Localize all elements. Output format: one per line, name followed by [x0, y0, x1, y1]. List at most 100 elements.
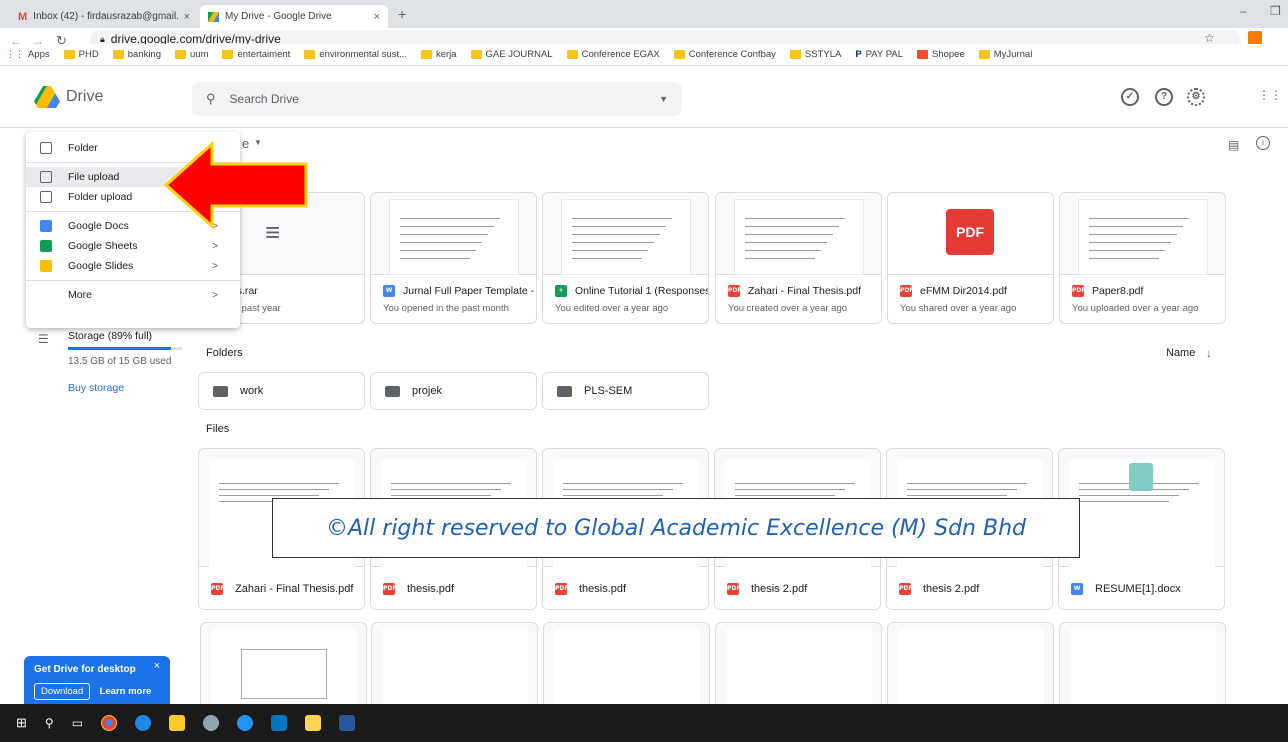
bookmark-label: Conference EGAX [581, 49, 660, 60]
tab-drive[interactable]: My Drive - Google Drive × [200, 5, 388, 28]
document-page [561, 199, 691, 275]
word-icon[interactable] [339, 715, 356, 731]
bookmark-item[interactable]: kerja [420, 49, 457, 60]
apps-grid-icon[interactable]: ⋮⋮ [1258, 88, 1282, 102]
bookmark-folder-icon [112, 50, 124, 59]
settings-icon[interactable]: ⚙ [1187, 88, 1205, 106]
menu-item-more[interactable]: More > [26, 285, 240, 305]
menu-item-google-slides[interactable]: Google Slides > [26, 256, 240, 276]
buy-storage-link[interactable]: Buy storage [68, 382, 124, 394]
folder-item[interactable]: work [198, 372, 365, 410]
file-activity: You opened in the past month [383, 303, 509, 314]
taskbar-search-icon[interactable]: ⚲ [45, 716, 54, 730]
suggested-file-card[interactable]: W Jurnal Full Paper Template - ... You ope… [370, 192, 537, 324]
info-icon[interactable]: i [1256, 136, 1270, 150]
submenu-arrow-icon: > [212, 260, 218, 272]
folder-item[interactable]: PLS-SEM [542, 372, 709, 410]
help-icon[interactable]: ? [1155, 88, 1173, 106]
bookmark-item[interactable]: GAE JOURNAL [470, 49, 553, 60]
file-name: PDF thesis.pdf [555, 583, 626, 595]
submenu-arrow-icon: > [212, 289, 218, 301]
file-thumbnail [1059, 449, 1224, 567]
star-icon[interactable]: ☆ [1204, 31, 1215, 45]
folder-upload-icon [40, 191, 52, 203]
bookmark-item[interactable]: MyJurnal [978, 49, 1032, 60]
bookmark-folder-icon [175, 50, 186, 59]
bookmark-item[interactable]: environmental sust... [304, 49, 407, 60]
drive-logo-icon[interactable] [34, 86, 60, 108]
storage-used-text: 13.5 GB of 15 GB used [68, 356, 172, 367]
file-activity: You created over a year ago [728, 303, 848, 314]
bookmark-item[interactable]: entertaiment [222, 49, 290, 60]
suggested-file-card[interactable]: + Online Tutorial 1 (Responses) You edited… [542, 192, 709, 324]
telegram-icon[interactable] [237, 715, 254, 731]
bookmark-item[interactable]: SSTYLA [789, 49, 842, 60]
bookmark-item[interactable]: Shopee [917, 49, 965, 60]
storage-label[interactable]: Storage (89% full) [68, 330, 152, 342]
download-button[interactable]: Download [34, 683, 91, 700]
file-name: PDF thesis 2.pdf [727, 583, 807, 595]
folder-item[interactable]: projek [370, 372, 537, 410]
list-view-icon[interactable]: ▤ [1228, 138, 1239, 152]
file-name-text: Jurnal Full Paper Template - ... [403, 285, 537, 297]
menu-item-label: Folder upload [68, 191, 133, 203]
pdf-file-icon: PDF [555, 583, 568, 595]
app-icon[interactable] [271, 715, 288, 731]
storage-bar [68, 347, 182, 350]
bookmark-item[interactable]: uum [175, 49, 208, 60]
bookmark-label: PHD [78, 49, 99, 60]
bookmark-item[interactable]: banking [112, 49, 161, 60]
cloud-icon[interactable] [203, 715, 220, 731]
sticky-notes-icon[interactable] [305, 715, 322, 731]
pdf-large-icon: PDF [946, 209, 994, 255]
tab-gmail[interactable]: M Inbox (42) - firdausrazab@gmail... × [10, 5, 198, 28]
search-input[interactable]: ⚲ Search Drive ▼ [192, 82, 682, 116]
pdf-file-icon: PDF [1072, 285, 1085, 297]
pdf-file-icon: PDF [900, 285, 913, 297]
files-heading: Files [206, 423, 230, 435]
bookmark-item[interactable]: Conference EGAX [566, 49, 660, 60]
suggested-file-card[interactable]: PDF Paper8.pdf You uploaded over a year ag… [1059, 192, 1226, 324]
bookmark-folder-icon [978, 50, 990, 59]
bookmark-label: SSTYLA [804, 49, 842, 60]
menu-item-google-sheets[interactable]: Google Sheets > [26, 236, 240, 256]
bookmark-label: uum [190, 49, 209, 60]
restore-icon[interactable]: ❐ [1270, 4, 1281, 18]
suggested-file-card[interactable]: PDF PDF eFMM Dir2014.pdf You shared over a … [887, 192, 1054, 324]
close-tab-icon[interactable]: × [374, 11, 380, 23]
folder-name: PLS-SEM [584, 385, 633, 397]
bookmark-folder-icon [673, 50, 685, 59]
tab-title: My Drive - Google Drive [225, 11, 332, 22]
file-name: PDF Paper8.pdf [1072, 285, 1143, 297]
new-tab-button[interactable]: + [398, 6, 406, 22]
document-page [1078, 199, 1208, 275]
file-name: + Online Tutorial 1 (Responses) [555, 285, 708, 297]
chrome-icon[interactable] [101, 715, 118, 731]
drive-logo-text[interactable]: Drive [66, 88, 103, 106]
close-promo-icon[interactable]: × [154, 660, 160, 672]
task-view-icon[interactable]: ▭ [72, 716, 83, 730]
bookmark-item[interactable]: Conference Confbay [673, 49, 776, 60]
file-name-text: RESUME[1].docx [1095, 583, 1181, 595]
menu-item-label: Folder [68, 142, 98, 154]
bookmark-item[interactable]: ⋮⋮ Apps [6, 49, 50, 60]
pdf-file-icon: PDF [899, 583, 912, 595]
pdf-file-icon: PDF [383, 583, 396, 595]
learn-more-link[interactable]: Learn more [100, 686, 152, 697]
suggested-file-card[interactable]: PDF Zahari - Final Thesis.pdf You created … [715, 192, 882, 324]
search-options-icon[interactable]: ▼ [659, 94, 668, 104]
sort-label[interactable]: Name [1166, 347, 1195, 359]
edge-icon[interactable] [135, 715, 152, 731]
bookmark-item[interactable]: P PAY PAL [855, 49, 903, 60]
minimize-icon[interactable]: – [1240, 4, 1247, 18]
close-tab-icon[interactable]: × [184, 11, 190, 23]
file-explorer-icon[interactable] [169, 715, 186, 731]
extension-icon[interactable] [1248, 31, 1262, 45]
file-card[interactable]: W RESUME[1].docx [1058, 448, 1225, 610]
windows-start-icon[interactable]: ⊞ [16, 715, 27, 731]
bookmark-item[interactable]: PHD [63, 49, 99, 60]
drive-header: Drive ⚲ Search Drive ▼ ✓ ? ⚙ ⋮⋮ [0, 66, 1288, 128]
desktop-promo: Get Drive for desktop Download Learn mor… [24, 656, 170, 704]
sort-direction-icon[interactable]: ↓ [1206, 346, 1212, 360]
offline-status-icon[interactable]: ✓ [1121, 88, 1139, 106]
